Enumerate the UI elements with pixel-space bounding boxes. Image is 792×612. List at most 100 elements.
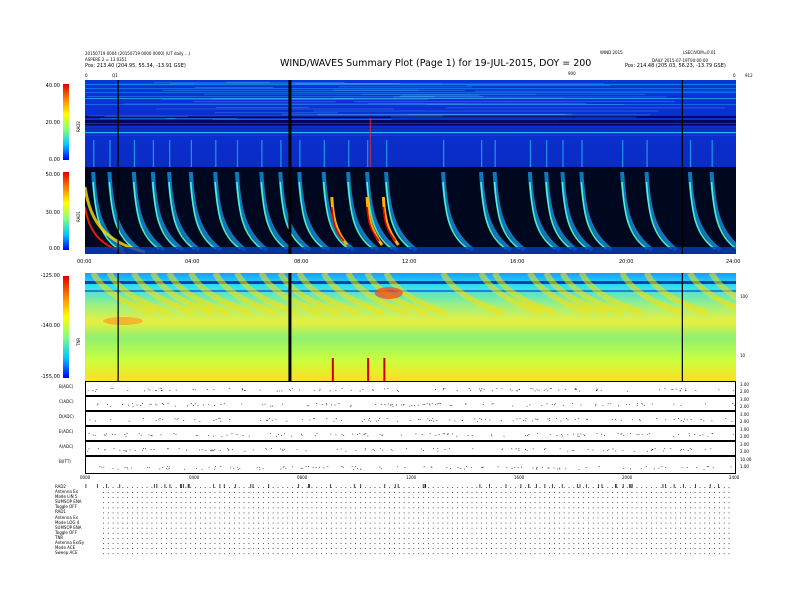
line-panel-dot [694, 434, 695, 435]
mode-dot [583, 533, 584, 534]
mode-dot [278, 553, 279, 554]
mode-dot [481, 513, 482, 514]
mode-dot [258, 548, 259, 549]
line-panel-dot [278, 434, 279, 435]
mode-tick [665, 484, 666, 488]
mode-dot [316, 523, 317, 524]
mode-dot [661, 548, 662, 549]
mode-dot [704, 553, 705, 554]
mode-dot [336, 543, 337, 544]
xb-tick-1: 0400 [189, 476, 199, 480]
line-panel-dot [674, 419, 675, 420]
mode-dot [312, 538, 313, 539]
mode-dot [181, 518, 182, 519]
mode-tick [170, 484, 171, 488]
mode-dot [496, 523, 497, 524]
mode-dot [307, 528, 308, 529]
line-panel-dot [367, 436, 368, 437]
page-title: WIND/WAVES Summary Plot (Page 1) for 19-… [280, 59, 591, 69]
mode-dot [384, 502, 385, 503]
mode-dot [709, 538, 710, 539]
mode-dot [127, 543, 128, 544]
mode-dot [496, 513, 497, 514]
mode-dot [641, 487, 642, 488]
top-marker-0: 0 [85, 74, 88, 78]
mode-dot [622, 553, 623, 554]
mode-dot [443, 553, 444, 554]
mode-dot [525, 513, 526, 514]
line-panel-dot [596, 390, 597, 391]
mode-dot [375, 492, 376, 493]
mode-dot [476, 518, 477, 519]
mode-dot [685, 497, 686, 498]
line-panel-dot [330, 391, 331, 392]
mode-dot [108, 497, 109, 498]
mode-dot [404, 507, 405, 508]
mode-dot [447, 487, 448, 488]
mode-dot [176, 538, 177, 539]
mode-dot [656, 513, 657, 514]
mode-dot [341, 497, 342, 498]
mode-dot [501, 502, 502, 503]
line-panel-dot [462, 420, 463, 421]
mode-dot [200, 543, 201, 544]
line-panel-dot [154, 449, 155, 450]
tnr-spike [383, 358, 385, 381]
mode-dot [486, 502, 487, 503]
mode-dot [176, 497, 177, 498]
line-panel-dot [309, 420, 310, 421]
mode-dot [476, 487, 477, 488]
line-panel-dot [733, 434, 734, 435]
line-panel-range-top: 3.00 [740, 382, 749, 387]
mode-dot [632, 543, 633, 544]
mode-dot [559, 507, 560, 508]
line-panel-dot [414, 405, 415, 406]
mode-dot [506, 513, 507, 514]
mode-dot [719, 507, 720, 508]
mode-dot [447, 528, 448, 529]
line-panel-dot [95, 421, 96, 422]
mode-dot [520, 528, 521, 529]
line-panel-dot [713, 467, 714, 468]
mode-dot [384, 513, 385, 514]
mode-dot [190, 548, 191, 549]
line-panel-dot [341, 466, 342, 467]
mode-dot [661, 543, 662, 544]
mode-dot [326, 548, 327, 549]
mode-dot [156, 492, 157, 493]
mode-dot [331, 507, 332, 508]
mode-dot [249, 497, 250, 498]
mode-dot [704, 548, 705, 549]
rad2-streak [105, 116, 188, 117]
mode-dot [704, 518, 705, 519]
mode-dot [700, 497, 701, 498]
mode-dot [161, 487, 162, 488]
line-panel-dot [143, 448, 144, 449]
mode-dot [593, 528, 594, 529]
line-panel-dot [177, 420, 178, 421]
mode-dot [312, 507, 313, 508]
mode-dot [423, 492, 424, 493]
line-panel-dot [565, 468, 566, 469]
mode-dot [661, 487, 662, 488]
mode-dot [588, 528, 589, 529]
mode-dot [637, 487, 638, 488]
mode-dot [506, 538, 507, 539]
mode-dot [491, 518, 492, 519]
mode-dot [287, 492, 288, 493]
line-panel-dot [659, 390, 660, 391]
line-panel-dot [535, 419, 536, 420]
mode-dot [423, 528, 424, 529]
line-panel-dot [489, 420, 490, 421]
mode-dot [588, 523, 589, 524]
mode-dot [418, 497, 419, 498]
line-panel-dot [370, 421, 371, 422]
mode-dot [113, 543, 114, 544]
mode-dot [651, 507, 652, 508]
mode-dot [181, 553, 182, 554]
line-panel-range-bottom: 2.00 [740, 404, 749, 409]
rad2-burst [215, 140, 216, 167]
mode-dot [670, 523, 671, 524]
mode-dot [709, 492, 710, 493]
mode-dot [316, 548, 317, 549]
